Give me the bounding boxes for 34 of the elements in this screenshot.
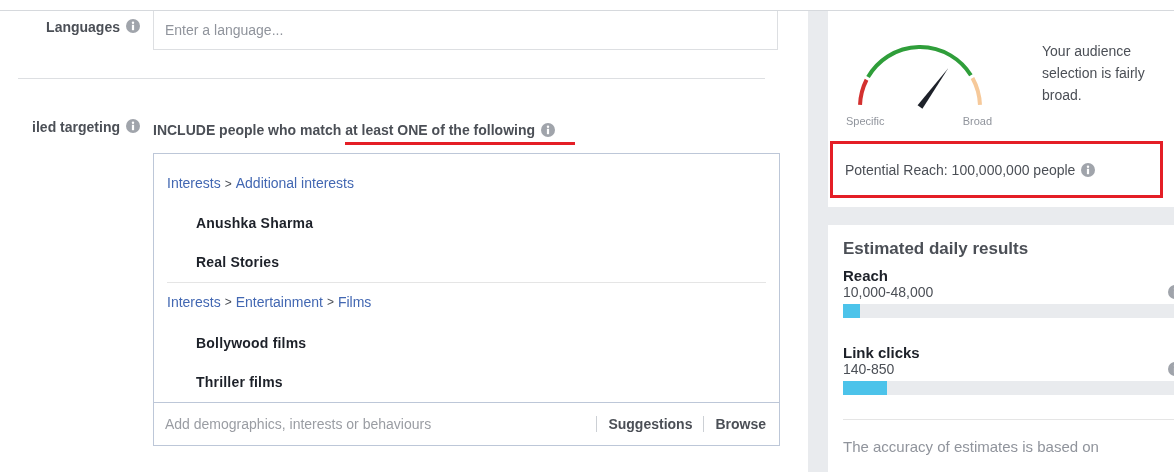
potential-reach-text: Potential Reach: 100,000,000 people (845, 161, 1076, 178)
action-link[interactable]: Browse (703, 416, 766, 432)
breadcrumb-separator: > (224, 177, 232, 191)
language-input-field[interactable]: Enter a language... (153, 11, 778, 50)
breadcrumb-link[interactable]: Interests (167, 293, 221, 310)
section-title: Estimated daily results (843, 239, 1030, 259)
footnote-text: The accuracy of estimates is based on (843, 438, 1100, 455)
breadcrumb-link[interactable]: Entertainment (235, 293, 323, 310)
metric-name: Reach (843, 267, 890, 284)
metric-value: 140-850 (843, 361, 895, 377)
metric-name: Link clicks (843, 344, 921, 361)
info-icon[interactable] (126, 19, 140, 33)
breadcrumb-link[interactable]: Interests (167, 175, 221, 191)
info-icon[interactable] (1081, 162, 1096, 177)
targeting-item: Thriller films (196, 373, 284, 392)
field-label: Languages (46, 19, 120, 35)
targeting-item: Real Stories (196, 253, 281, 272)
breadcrumb-link[interactable]: Additional interests (235, 175, 354, 191)
field-label: iled targeting (32, 119, 120, 135)
breadcrumb-separator: > (326, 294, 334, 309)
targeting-item: Anushka Sharma (196, 214, 315, 233)
metric-value: 10,000-48,000 (843, 284, 934, 300)
gauge-needle (917, 68, 949, 109)
action-link[interactable]: Suggestions (596, 416, 693, 432)
include-text: INCLUDE people who match (153, 122, 342, 138)
targeting-item: Bollywood films (196, 334, 308, 353)
specific-label: Specific (846, 115, 885, 127)
info-icon[interactable] (126, 119, 140, 133)
audience-description: Your audience selection is fairly broad. (1042, 42, 1146, 105)
include-highlight-text: at least ONE of the following (345, 122, 536, 138)
broad-label: Broad (962, 115, 992, 127)
breadcrumb-separator: > (224, 294, 232, 309)
info-icon[interactable] (541, 123, 556, 137)
breadcrumb-link[interactable]: Films (337, 293, 372, 310)
